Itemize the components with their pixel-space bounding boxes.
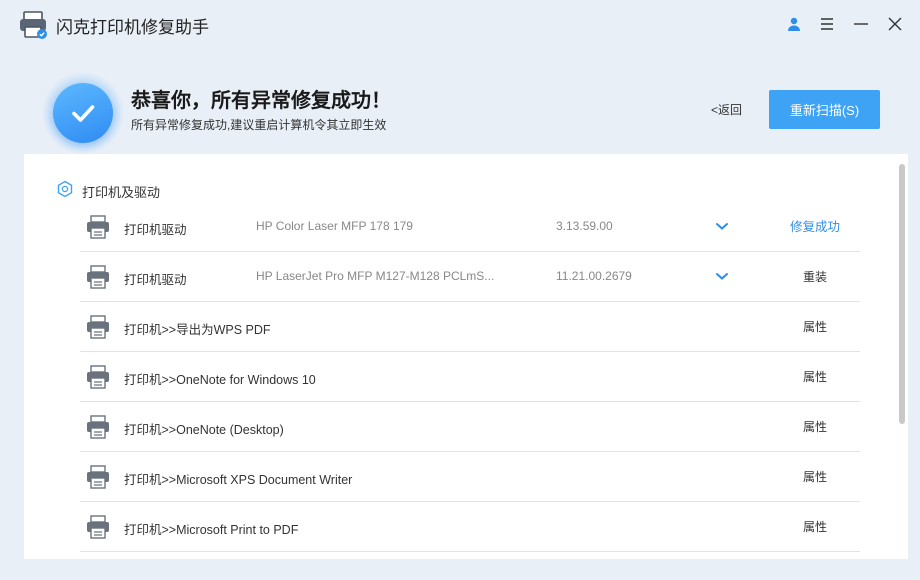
driver-version: 11.21.00.2679: [556, 269, 632, 283]
row-action-link[interactable]: 属性: [770, 518, 860, 535]
close-icon[interactable]: [883, 12, 907, 36]
printer-row-label: 打印机>>OneNote (Desktop): [124, 423, 284, 437]
printer-row: 打印机>>导出为WPS PDF 属性: [80, 302, 860, 352]
printer-row-label: 打印机驱动: [124, 223, 187, 237]
row-action-link[interactable]: 属性: [770, 318, 860, 335]
success-check-badge: [42, 72, 124, 154]
title-bar: 闪克打印机修复助手: [0, 0, 920, 50]
scrollbar[interactable]: [899, 164, 905, 424]
printer-row: 打印机驱动 HP Color Laser MFP 178 179 3.13.59.0…: [80, 202, 860, 252]
printer-row-label: 打印机>>导出为WPS PDF: [124, 323, 271, 337]
printer-row-label: 打印机>>Microsoft XPS Document Writer: [124, 473, 353, 487]
printer-list: 打印机驱动 HP Color Laser MFP 178 179 3.13.59.0…: [80, 202, 860, 552]
banner-subtitle: 所有异常修复成功,建议重启计算机令其立即生效: [131, 118, 387, 132]
app-title: 闪克打印机修复助手: [56, 18, 209, 37]
minimize-icon[interactable]: [849, 12, 873, 36]
printer-icon: [85, 264, 111, 290]
printer-icon: [85, 514, 111, 540]
row-action-link[interactable]: 属性: [770, 468, 860, 485]
banner-title: 恭喜你，所有异常修复成功！: [131, 90, 391, 112]
printer-icon: [85, 214, 111, 240]
row-action-link[interactable]: 属性: [770, 368, 860, 385]
user-icon[interactable]: [782, 12, 806, 36]
printer-logo-icon: [18, 10, 48, 40]
printer-icon: [85, 464, 111, 490]
driver-version: 3.13.59.00: [556, 219, 613, 233]
printer-model: HP Color Laser MFP 178 179: [256, 219, 413, 233]
hexagon-icon: [56, 180, 74, 203]
section-title: 打印机及驱动: [82, 185, 161, 200]
checkmark-icon: [53, 83, 113, 143]
printer-row: 打印机驱动 HP LaserJet Pro MFP M127-M128 PCLmS…: [80, 252, 860, 302]
row-action-link[interactable]: 重装: [770, 268, 860, 285]
results-panel: 打印机及驱动 打印机驱动 HP Color Laser MFP 178 179 3.…: [24, 154, 908, 559]
printer-icon: [85, 364, 111, 390]
printer-row-label: 打印机>>OneNote for Windows 10: [124, 373, 316, 387]
chevron-down-icon[interactable]: [714, 218, 730, 234]
rescan-button[interactable]: 重新扫描(S): [769, 90, 880, 129]
repair-success-link[interactable]: 修复成功: [770, 216, 860, 235]
printer-row-label: 打印机>>Microsoft Print to PDF: [124, 523, 299, 537]
printer-row: 打印机>>Microsoft Print to PDF 属性: [80, 502, 860, 552]
section-header: 打印机及驱动: [56, 180, 160, 203]
printer-row: 打印机>>Microsoft XPS Document Writer 属性: [80, 452, 860, 502]
printer-model: HP LaserJet Pro MFP M127-M128 PCLmS...: [256, 269, 495, 283]
chevron-down-icon[interactable]: [714, 268, 730, 284]
printer-row: 打印机>>OneNote (Desktop) 属性: [80, 402, 860, 452]
printer-row-label: 打印机驱动: [124, 273, 187, 287]
menu-icon[interactable]: [815, 12, 839, 36]
printer-icon: [85, 414, 111, 440]
row-action-link[interactable]: 属性: [770, 418, 860, 435]
printer-icon: [85, 314, 111, 340]
printer-row: 打印机>>OneNote for Windows 10 属性: [80, 352, 860, 402]
back-link[interactable]: <返回: [711, 101, 742, 118]
